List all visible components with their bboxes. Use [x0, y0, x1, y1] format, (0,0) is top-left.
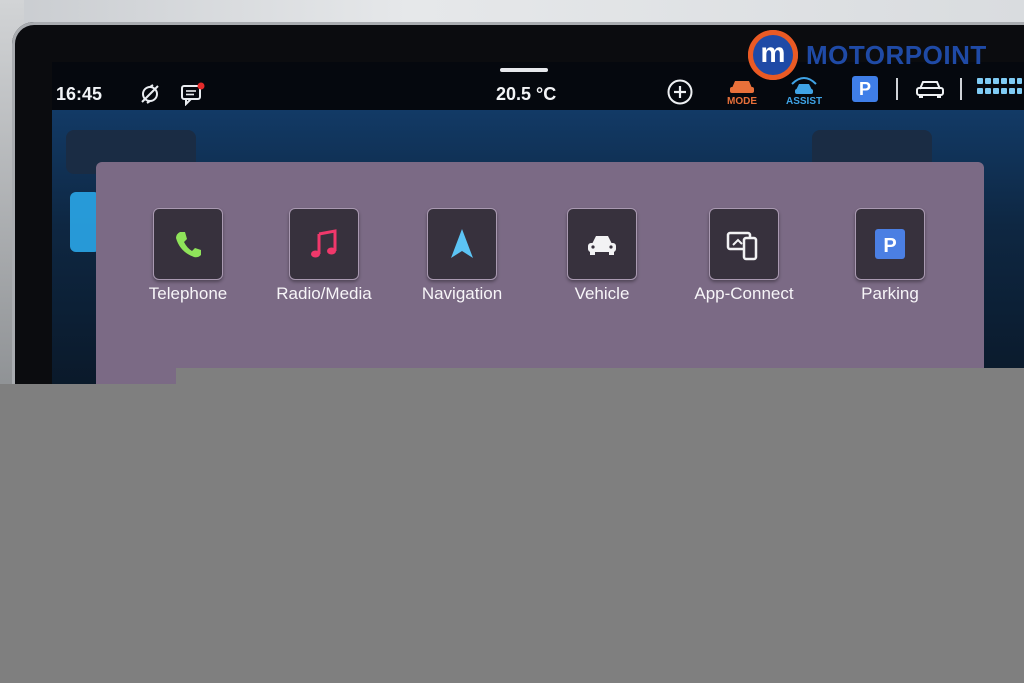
app-app-connect[interactable]: App-Connect: [674, 200, 814, 320]
logo-ring: m: [748, 30, 798, 80]
logo-text: MOTORPOINT: [806, 40, 987, 70]
app-menu-panel: Telephone Radio/Media Navigation Vehicle…: [96, 162, 984, 402]
app-label: Telephone: [148, 284, 228, 303]
app-connect-icon: [726, 231, 758, 261]
logo-letter: m: [753, 35, 793, 75]
plus-icon[interactable]: [666, 78, 694, 106]
parking-glyph: P: [883, 235, 896, 257]
temperature-readout: 20.5 °C: [496, 84, 557, 104]
divider: [960, 78, 962, 100]
divider: [896, 78, 898, 100]
app-tile: P: [855, 208, 925, 280]
sync-off-icon[interactable]: [138, 82, 162, 106]
message-icon[interactable]: [180, 82, 206, 106]
app-tile: [567, 208, 637, 280]
app-label: Parking: [861, 284, 919, 303]
motorpoint-watermark: m MOTORPOINT: [748, 30, 1018, 80]
phone-icon: [176, 232, 201, 258]
app-vehicle[interactable]: Vehicle: [532, 200, 672, 320]
music-note-icon: [311, 229, 337, 258]
app-tile: [153, 208, 223, 280]
app-label: Vehicle: [574, 284, 630, 303]
app-tile: [289, 208, 359, 280]
app-navigation[interactable]: Navigation: [392, 200, 532, 320]
app-tile: [709, 208, 779, 280]
app-telephone[interactable]: Telephone: [118, 200, 258, 320]
app-label: App-Connect: [694, 284, 794, 303]
infotainment-screen: 16:45 20.5 °C MODE ASSIST P Telephone Ra…: [52, 62, 1024, 402]
clock: 16:45: [56, 84, 103, 104]
photo-scene: 16:45 20.5 °C MODE ASSIST P Telephone Ra…: [0, 0, 1024, 683]
app-radio-media[interactable]: Radio/Media: [254, 200, 394, 320]
app-tile: [427, 208, 497, 280]
drag-handle[interactable]: [500, 68, 548, 72]
mode-label: MODE: [727, 96, 757, 107]
navigation-arrow-icon: [451, 229, 473, 258]
app-parking[interactable]: P Parking: [820, 200, 960, 320]
app-label: Navigation: [421, 284, 503, 303]
app-label: Radio/Media: [276, 284, 372, 303]
assist-label: ASSIST: [786, 96, 823, 107]
car-icon: [588, 236, 616, 255]
parking-icon: P: [875, 229, 905, 259]
grey-overlay: [0, 384, 1024, 683]
